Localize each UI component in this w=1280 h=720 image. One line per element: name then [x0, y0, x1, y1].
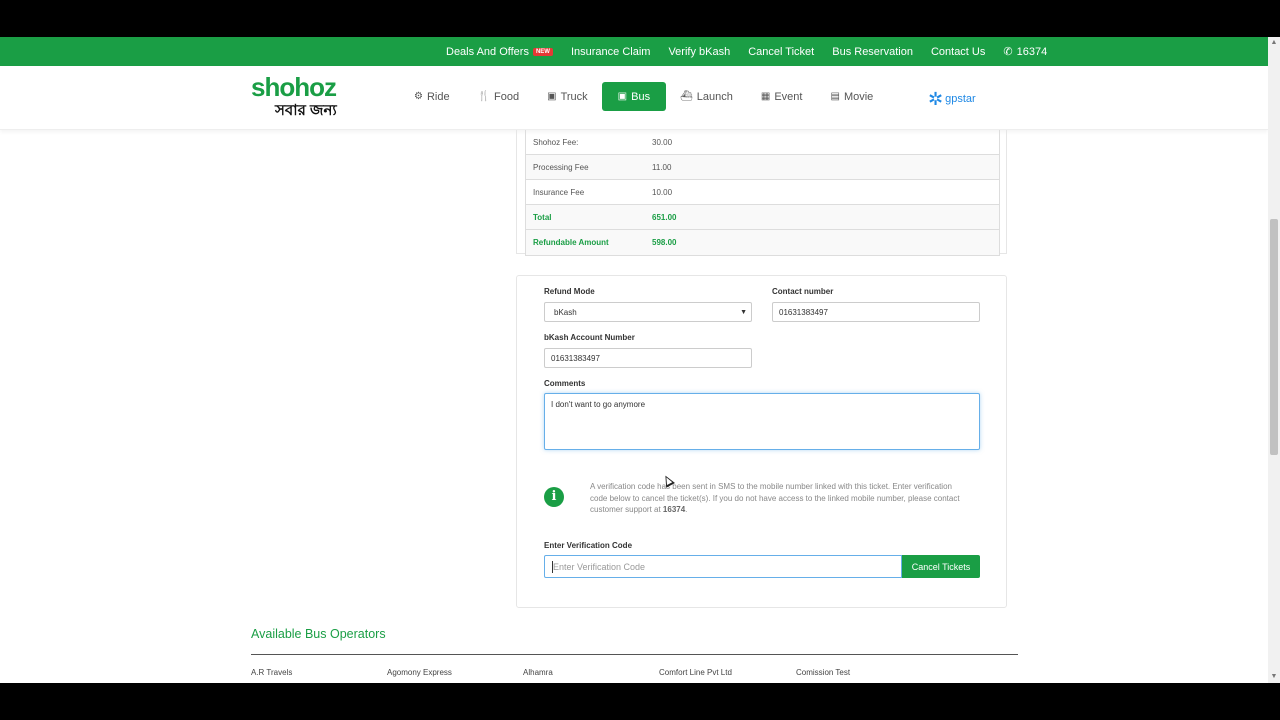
cancel-ticket-link[interactable]: Cancel Ticket: [748, 46, 814, 58]
verification-code-input[interactable]: Enter Verification Code: [544, 555, 902, 578]
gpstar-label: gpstar: [945, 93, 976, 105]
deals-label: Deals And Offers: [446, 45, 529, 58]
operator-link[interactable]: Agomony Express: [387, 668, 452, 677]
fee-label: Shohoz Fee:: [533, 137, 579, 147]
comments-textarea[interactable]: I don't want to go anymore: [544, 393, 980, 450]
refund-mode-select[interactable]: bKash ▼: [544, 302, 752, 322]
scroll-down-icon[interactable]: ▼: [1268, 671, 1280, 683]
fee-row-processing: Processing Fee 11.00: [526, 155, 999, 180]
contact-number-input[interactable]: 01631383497: [772, 302, 980, 322]
bus-operators-title: Available Bus Operators: [251, 627, 386, 641]
nav-movie-label: Movie: [843, 90, 874, 103]
nav-truck-label: Truck: [560, 90, 588, 103]
ship-icon: ⛴: [680, 91, 693, 102]
scroll-up-icon[interactable]: ▲: [1268, 37, 1280, 49]
fare-breakdown-table: Shohoz Fee: 30.00 Processing Fee 11.00 Ins…: [525, 130, 1000, 256]
nav-food-label: Food: [494, 90, 520, 103]
operator-link[interactable]: Comfort Line Pvt Ltd: [659, 668, 732, 677]
nav-ride[interactable]: ⚙ Ride: [400, 82, 464, 111]
contact-number-label: Contact number: [772, 287, 834, 296]
refundable-label: Refundable Amount: [533, 238, 609, 247]
refund-form: Refund Mode bKash ▼ Contact number 01631…: [516, 275, 1007, 608]
operator-link[interactable]: Alhamra: [523, 668, 553, 677]
nav-event-label: Event: [774, 90, 803, 103]
new-badge: NEW: [532, 47, 553, 56]
cutlery-icon: 🍴: [477, 91, 491, 102]
nav-bus[interactable]: ▣ Bus: [601, 82, 667, 111]
divider: [251, 654, 1018, 655]
motorbike-icon: ⚙: [414, 91, 423, 102]
deals-and-offers-link[interactable]: Deals And Offers NEW: [446, 46, 553, 58]
brand-tagline: সবার জন্য: [275, 102, 337, 119]
top-bar: Deals And Offers NEW Insurance Claim Veri…: [0, 37, 1268, 66]
nav-truck[interactable]: ▣ Truck: [533, 82, 602, 111]
contact-us-link[interactable]: Contact Us: [931, 46, 985, 58]
hotline-link[interactable]: ✆ 16374: [1003, 45, 1048, 59]
bkash-account-label: bKash Account Number: [544, 333, 635, 342]
comments-label: Comments: [544, 379, 586, 388]
refund-mode-label: Refund Mode: [544, 287, 595, 296]
nav-launch[interactable]: ⛴ Launch: [666, 82, 747, 111]
truck-icon: ▣: [547, 91, 557, 102]
verify-bkash-link[interactable]: Verify bKash: [668, 46, 730, 58]
info-icon: i: [544, 487, 564, 507]
main-nav: shohoz সবার জন্য ⚙ Ride 🍴 Food ▣ Truck ▣ Bus…: [0, 66, 1268, 130]
brand-name: shohoz: [251, 72, 337, 102]
total-value: 651.00: [652, 212, 677, 222]
insurance-claim-link[interactable]: Insurance Claim: [571, 46, 650, 58]
calendar-icon: ▦: [760, 91, 771, 102]
star-icon: ✲: [928, 89, 944, 109]
operator-link[interactable]: A.R Travels: [251, 668, 292, 677]
info-support-number: 16374: [662, 505, 686, 514]
fee-value: 30.00: [652, 137, 673, 147]
fee-row-refundable: Refundable Amount 598.00: [526, 230, 999, 255]
bus-reservation-link[interactable]: Bus Reservation: [832, 46, 913, 58]
verification-info-text: A verification code has been sent in SMS…: [590, 481, 970, 516]
refund-mode-value: bKash: [554, 307, 577, 317]
nav-bus-label: Bus: [631, 90, 651, 103]
film-icon: ▤: [830, 91, 840, 102]
fare-breakdown-panel: Shohoz Fee: 30.00 Processing Fee 11.00 Ins…: [516, 130, 1007, 256]
nav-launch-label: Launch: [696, 90, 733, 103]
bus-icon: ▣: [617, 91, 628, 102]
info-text-end: .: [685, 505, 688, 514]
page-scrollbar[interactable]: ▲ ▼: [1268, 37, 1280, 683]
nav-ride-label: Ride: [426, 90, 450, 103]
verification-info: i A verification code has been sent in S…: [544, 481, 964, 521]
fee-value: 11.00: [652, 162, 672, 172]
scrollbar-thumb[interactable]: [1270, 219, 1278, 455]
fee-row-insurance: Insurance Fee 10.00: [526, 180, 999, 205]
operator-link[interactable]: Comission Test: [796, 668, 850, 677]
fee-label: Processing Fee: [533, 162, 589, 172]
nav-food[interactable]: 🍴 Food: [464, 82, 534, 111]
nav-movie[interactable]: ▤ Movie: [816, 82, 887, 111]
info-text-main: A verification code has been sent in SMS…: [590, 482, 960, 514]
verification-code-label: Enter Verification Code: [544, 541, 633, 550]
hotline-number: 16374: [1016, 45, 1048, 58]
total-label: Total: [533, 212, 552, 222]
refundable-value: 598.00: [652, 238, 677, 247]
shohoz-logo[interactable]: shohoz সবার জন্য: [251, 72, 337, 119]
fee-label: Insurance Fee: [533, 187, 585, 197]
fee-value: 10.00: [652, 187, 673, 197]
fee-row-total: Total 651.00: [526, 205, 999, 230]
bkash-account-input[interactable]: 01631383497: [544, 348, 752, 368]
browser-viewport: Deals And Offers NEW Insurance Claim Veri…: [0, 37, 1268, 683]
cancel-tickets-button[interactable]: Cancel Tickets: [902, 555, 980, 578]
nav-event[interactable]: ▦ Event: [747, 82, 817, 111]
dropdown-caret-icon: ▼: [740, 308, 747, 316]
fee-row-shohoz: Shohoz Fee: 30.00: [526, 130, 999, 155]
gpstar-logo[interactable]: ✲ gpstar: [928, 90, 976, 108]
phone-icon: ✆: [1003, 46, 1013, 58]
